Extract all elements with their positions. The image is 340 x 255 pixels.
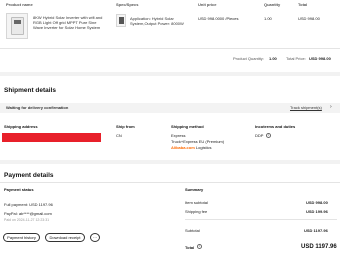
- shipping-address-heading: Shipping address: [4, 124, 38, 129]
- paid-on-text: Paid on 2024-11-27 12:23:31: [4, 218, 50, 222]
- ship-from-heading: Ship from: [116, 124, 135, 129]
- grand-total-value: USD 1197.96: [301, 244, 337, 250]
- incoterms-heading: Incoterms and duties: [255, 124, 296, 129]
- shipping-method-line-2: Truck+Express EU (Premium): [171, 139, 225, 144]
- section-gap: [0, 160, 340, 164]
- col-header-specs: Spec/Specs: [116, 2, 139, 7]
- product-quantity-label: Product Quantity:: [233, 56, 264, 61]
- item-subtotal-label: Item subtotal: [185, 200, 208, 205]
- product-name-link[interactable]: 8KW Hybrid Solar Inverter with wifi and …: [33, 15, 105, 30]
- col-header-quantity: Quantity: [264, 2, 281, 7]
- logistics-label: Alibaba.com Logistics: [171, 145, 211, 150]
- shipping-method-line-1: Express: [171, 133, 186, 138]
- shipping-method-heading: Shipping method: [171, 124, 204, 129]
- inverter-image-icon: [116, 14, 126, 27]
- incoterms-value: DDP: [255, 133, 264, 138]
- product-quantity-value: 1.00: [269, 56, 277, 61]
- info-icon[interactable]: i: [197, 244, 202, 249]
- ship-from-value: CN: [116, 133, 122, 138]
- shipping-fee-value: USD 199.96: [306, 209, 328, 214]
- subtotal-value: USD 1197.96: [304, 228, 328, 233]
- payment-details-title: Payment details: [4, 172, 54, 179]
- info-icon[interactable]: i: [266, 133, 271, 138]
- full-payment-text: Full payment: USD 1197.96: [4, 202, 53, 207]
- payment-status-heading: Payment status: [4, 187, 34, 192]
- inverter-image-icon[interactable]: [6, 13, 28, 39]
- line-total: USD 998.00: [298, 16, 320, 21]
- unit-price: USD 998.0000 /Pieces: [198, 16, 239, 21]
- subtotal-label: Subtotal: [185, 228, 200, 233]
- download-receipt-button[interactable]: Download receipt: [45, 233, 85, 242]
- logistics-suffix: Logistics: [195, 145, 212, 150]
- col-header-total: Total: [298, 2, 308, 7]
- divider: [0, 48, 340, 49]
- product-spec-line-2: System,Output Power: 8000W: [130, 21, 184, 26]
- item-subtotal-value: USD 998.00: [306, 200, 328, 205]
- col-header-unit-price: Unit price: [198, 2, 217, 7]
- section-gap: [0, 72, 340, 76]
- payment-history-button[interactable]: Payment history: [3, 233, 40, 242]
- shipment-details-title: Shipment details: [4, 87, 57, 94]
- redacted-address: [2, 133, 101, 142]
- col-header-product-name: Product name: [6, 2, 33, 7]
- more-options-button[interactable]: ···: [90, 233, 100, 242]
- total-label: Total: [185, 245, 195, 250]
- total-price-label: Total Price:: [286, 56, 306, 61]
- shipping-fee-label: Shipping fee: [185, 209, 208, 214]
- alibaba-logo: Alibaba.com: [171, 145, 195, 150]
- summary-heading: Summary: [185, 187, 204, 192]
- divider: [185, 219, 337, 220]
- chevron-right-icon: ›: [330, 104, 332, 110]
- divider: [0, 182, 340, 183]
- track-shipments-link[interactable]: Track shipment(s): [290, 105, 322, 110]
- quantity-value: 1.00: [264, 16, 272, 21]
- shipment-status: Waiting for delivery confirmation: [6, 105, 69, 110]
- total-price-value: USD 998.00: [309, 56, 331, 61]
- shipment-status-bar: Waiting for delivery confirmation Track …: [0, 103, 340, 113]
- payer-line: PayPal: ab****@gmail.com: [4, 211, 52, 216]
